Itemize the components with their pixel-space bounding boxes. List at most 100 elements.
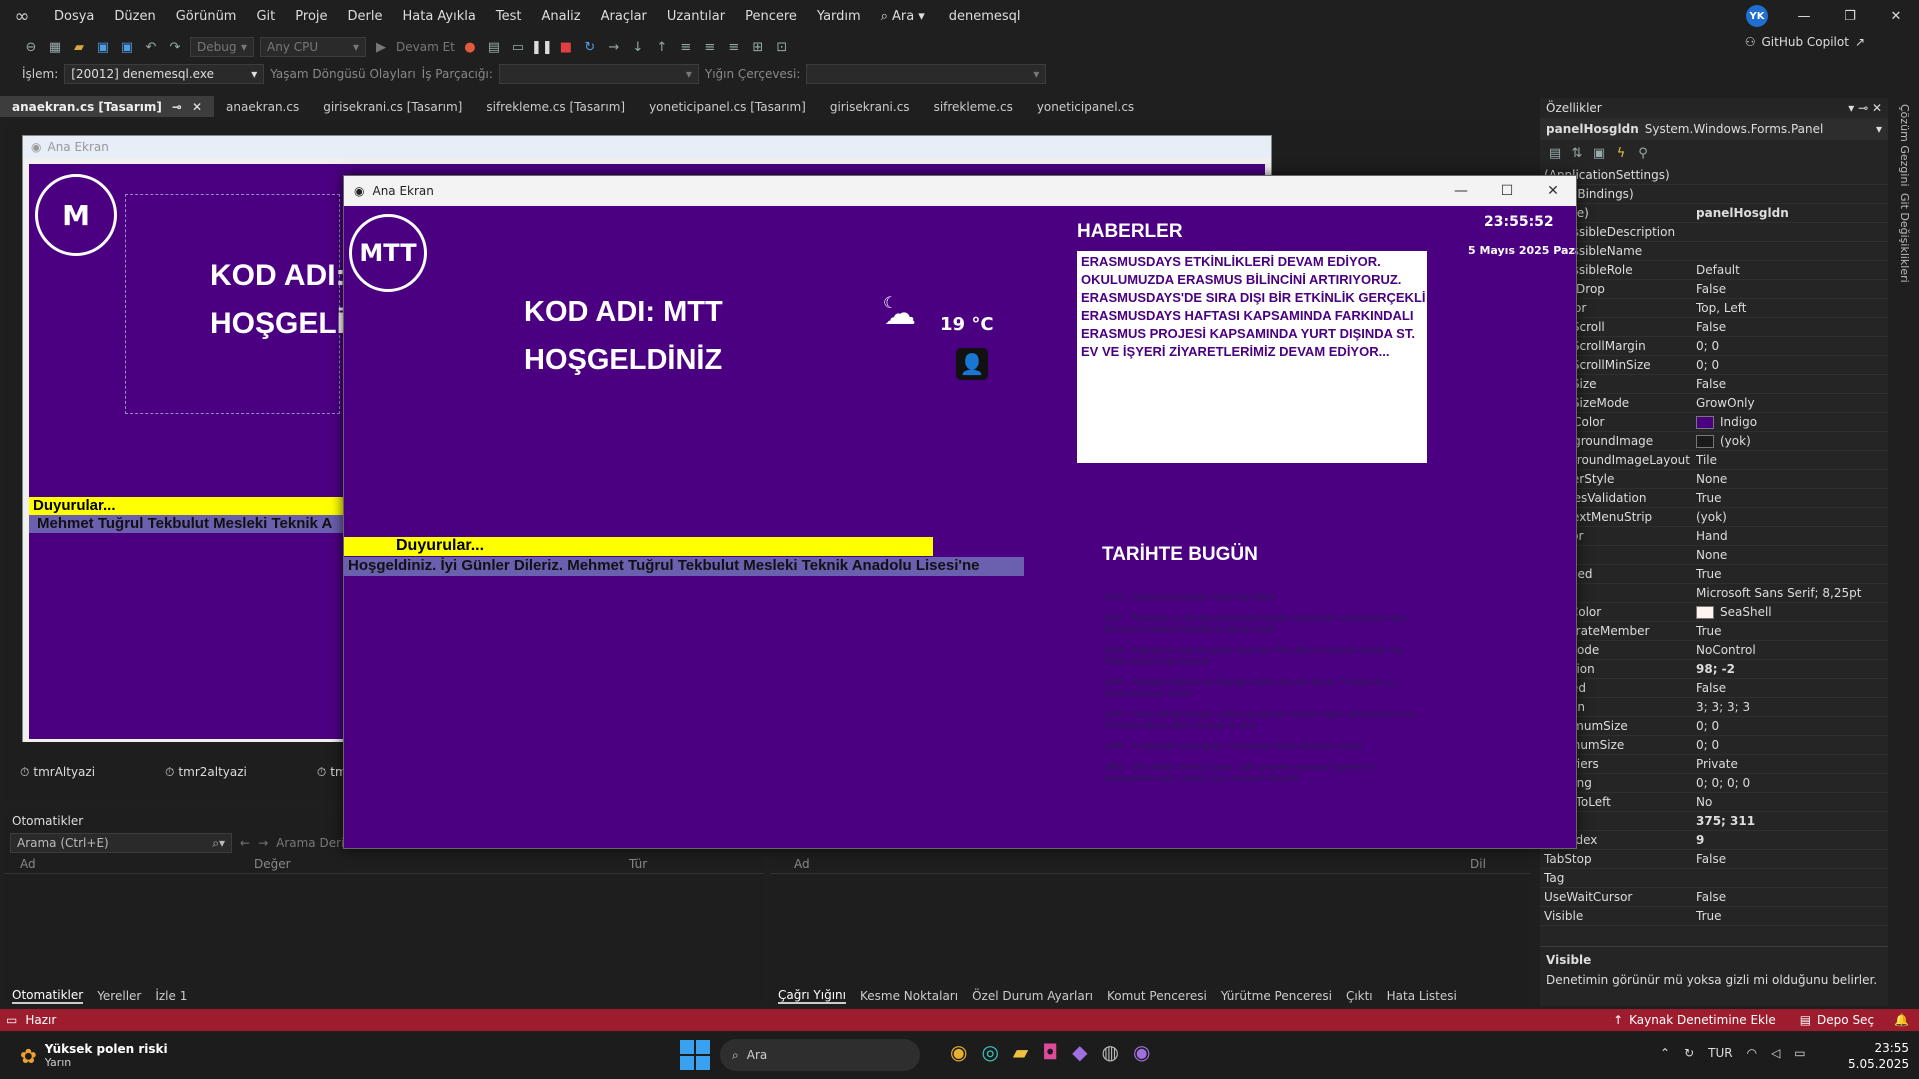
menu-file[interactable]: Dosya	[44, 9, 104, 24]
tab-yoneticipanel-design[interactable]: yoneticipanel.cs [Tasarım]	[637, 96, 818, 117]
vs-debug-icon[interactable]: ◉	[1133, 1040, 1150, 1064]
continue-icon[interactable]: ▶	[372, 38, 390, 56]
language-indicator[interactable]: TUR	[1708, 1046, 1732, 1060]
wifi-icon[interactable]: ◠	[1747, 1046, 1757, 1060]
minimize-icon[interactable]: —	[1438, 183, 1484, 199]
pause-icon[interactable]: ❚❚	[531, 38, 553, 56]
browser-link-icon[interactable]: ▤	[485, 38, 503, 56]
tab-call-stack[interactable]: Çağrı Yığını	[778, 988, 846, 1004]
property-row[interactable]: EnabledTrue	[1540, 565, 1888, 584]
panel-controls-icon[interactable]: ▾ ⊸ ✕	[1848, 101, 1882, 115]
tab-error-list[interactable]: Hata Listesi	[1387, 989, 1457, 1003]
property-value[interactable]: False	[1690, 890, 1888, 904]
property-row[interactable]: CursorHand	[1540, 527, 1888, 546]
property-value[interactable]: True	[1690, 909, 1888, 923]
property-row[interactable]: AccessibleRole Default	[1540, 261, 1888, 280]
step-over-icon[interactable]: →	[605, 38, 623, 56]
property-row[interactable]: BackColorIndigo	[1540, 413, 1888, 432]
tab-sifrekleme[interactable]: sifrekleme.cs	[922, 96, 1025, 117]
property-row[interactable]: Size375; 311	[1540, 812, 1888, 831]
property-row[interactable]: AutoScrollFalse	[1540, 318, 1888, 337]
menu-search[interactable]: ⌕ Ara ▾	[871, 9, 935, 24]
property-row[interactable]: AnchorTop, Left	[1540, 299, 1888, 318]
tab-command-window[interactable]: Komut Penceresi	[1107, 989, 1207, 1003]
github-copilot-button[interactable]: ⚇ GitHub Copilot ↗	[1745, 35, 1865, 49]
hot-reload-icon[interactable]: ●	[461, 38, 479, 56]
tab-girisekrani[interactable]: girisekrani.cs	[818, 96, 922, 117]
menu-debug[interactable]: Hata Ayıkla	[392, 9, 485, 24]
property-row[interactable]: Location98; -2	[1540, 660, 1888, 679]
tab-anaekran[interactable]: anaekran.cs	[214, 96, 311, 117]
back-icon[interactable]: ⊖	[22, 38, 40, 56]
menu-build[interactable]: Derle	[338, 9, 393, 24]
col-value[interactable]: Değer	[254, 857, 629, 871]
property-row[interactable]: ForeColorSeaShell	[1540, 603, 1888, 622]
save-all-icon[interactable]: ▣	[118, 38, 136, 56]
lifecycle-events[interactable]: Yaşam Döngüsü Olayları	[270, 67, 415, 81]
property-row[interactable]: DockNone	[1540, 546, 1888, 565]
property-value[interactable]: False	[1690, 282, 1888, 296]
property-value[interactable]: Private	[1690, 757, 1888, 771]
layout-icon[interactable]: ▭	[509, 38, 527, 56]
menu-window[interactable]: Pencere	[735, 9, 807, 24]
property-row[interactable]: MaximumSize 0; 0	[1540, 717, 1888, 736]
volume-icon[interactable]: ◁	[1771, 1046, 1780, 1060]
user-avatar[interactable]: YK	[1746, 5, 1768, 27]
menu-help[interactable]: Yardım	[807, 9, 871, 24]
menu-edit[interactable]: Düzen	[104, 9, 165, 24]
stack-frame-dropdown[interactable]: ▾	[806, 64, 1047, 84]
property-value[interactable]: False	[1690, 320, 1888, 334]
open-folder-icon[interactable]: ▰	[70, 38, 88, 56]
menu-analyze[interactable]: Analiz	[531, 9, 590, 24]
git-changes-tab[interactable]: Git Değişiklikleri	[1898, 193, 1911, 283]
property-row[interactable]: MinimumSize 0; 0	[1540, 736, 1888, 755]
property-row[interactable]: BackgroundImageLayout Tile	[1540, 451, 1888, 470]
property-value[interactable]: 375; 311	[1690, 814, 1888, 828]
property-value[interactable]: 0; 0	[1690, 738, 1888, 752]
object-selector[interactable]: panelHosgldn System.Windows.Forms.Panel ▾	[1540, 118, 1888, 140]
property-value[interactable]: True	[1690, 624, 1888, 638]
tab-exception-settings[interactable]: Özel Durum Ayarları	[972, 989, 1093, 1003]
edge-icon[interactable]: ◎	[981, 1040, 998, 1064]
property-value[interactable]: (yok)	[1690, 434, 1888, 448]
save-icon[interactable]: ▣	[94, 38, 112, 56]
property-value[interactable]: 0; 0	[1690, 719, 1888, 733]
steam-icon[interactable]: ◍	[1102, 1040, 1119, 1064]
close-icon[interactable]: ✕	[1873, 0, 1919, 32]
menu-git[interactable]: Git	[246, 9, 285, 24]
undo-icon[interactable]: ↶	[142, 38, 160, 56]
property-value[interactable]: False	[1690, 377, 1888, 391]
property-value[interactable]: SeaShell	[1690, 605, 1888, 619]
property-value[interactable]: 0; 0	[1690, 339, 1888, 353]
property-value[interactable]: NoControl	[1690, 643, 1888, 657]
visual-studio-icon[interactable]: ◆	[1072, 1040, 1087, 1064]
spacing-icon[interactable]: ⊞	[749, 38, 767, 56]
size-icon[interactable]: ⊡	[773, 38, 791, 56]
property-value[interactable]: (yok)	[1690, 510, 1888, 524]
chevron-up-icon[interactable]: ⌃	[1660, 1046, 1670, 1060]
tab-anaekran-design[interactable]: anaekran.cs [Tasarım] ⊸ ✕	[0, 96, 215, 117]
user-profile-icon[interactable]: 👤	[956, 348, 988, 380]
property-row[interactable]: RightToLeft No	[1540, 793, 1888, 812]
property-row[interactable]: (ApplicationSettings)	[1540, 166, 1888, 185]
instagram-icon[interactable]: ◘	[1042, 1040, 1058, 1064]
align-right-icon[interactable]: ≡	[725, 38, 743, 56]
property-row[interactable]: CausesValidation True	[1540, 489, 1888, 508]
property-value[interactable]: Hand	[1690, 529, 1888, 543]
property-value[interactable]: Microsoft Sans Serif; 8,25pt	[1690, 586, 1888, 600]
new-item-icon[interactable]: ▦	[46, 38, 64, 56]
property-value[interactable]: True	[1690, 491, 1888, 505]
property-row[interactable]: AllowDropFalse	[1540, 280, 1888, 299]
property-row[interactable]: FontMicrosoft Sans Serif; 8,25pt	[1540, 584, 1888, 603]
property-value[interactable]: None	[1690, 472, 1888, 486]
property-row[interactable]: AutoSizeFalse	[1540, 375, 1888, 394]
thread-dropdown[interactable]: ▾	[498, 64, 699, 84]
step-out-icon[interactable]: ↑	[653, 38, 671, 56]
restore-icon[interactable]: ❐	[1827, 0, 1873, 32]
sync-icon[interactable]: ↻	[1684, 1046, 1694, 1060]
restart-icon[interactable]: ↻	[581, 38, 599, 56]
property-row[interactable]: GenerateMember True	[1540, 622, 1888, 641]
property-value[interactable]: Default	[1690, 263, 1888, 277]
school-logo[interactable]: M	[35, 174, 117, 256]
property-row[interactable]: AutoScrollMinSize 0; 0	[1540, 356, 1888, 375]
